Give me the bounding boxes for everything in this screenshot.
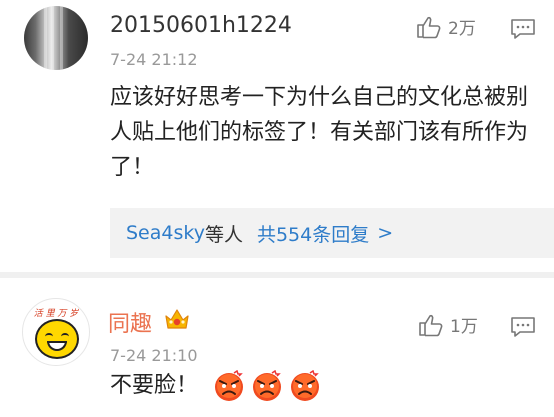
timestamp: 7-24 21:10 xyxy=(110,346,198,365)
thumbs-up-icon xyxy=(417,16,441,38)
comment-item: 20150601h1224 7-24 21:12 2万 应该好好思考一下为什么自… xyxy=(0,0,554,272)
username[interactable]: 同趣 xyxy=(108,306,152,338)
reply-user-link[interactable]: Sea4sky xyxy=(126,222,205,244)
angry-face-icon xyxy=(253,369,282,401)
like-button[interactable]: 2万 xyxy=(416,14,476,39)
angry-face-icon xyxy=(215,369,244,401)
comment-text: 应该好好思考一下为什么自己的文化总被别人贴上他们的标签了！有关部门该有所作为了！ xyxy=(110,85,529,180)
vip-crown-badge-icon xyxy=(165,309,189,329)
avatar[interactable]: 活 里 万 岁 xyxy=(22,298,90,366)
like-button[interactable]: 1万 xyxy=(418,312,478,337)
comment-text-row: 不要脸！ xyxy=(110,368,530,403)
comment-bubble-icon[interactable] xyxy=(510,18,536,40)
comment-item: 活 里 万 岁 同趣 7-24 21:10 1万 不要脸！ xyxy=(0,276,554,417)
comment-bubble-icon[interactable] xyxy=(510,316,536,338)
username[interactable]: 20150601h1224 xyxy=(110,13,292,38)
avatar[interactable] xyxy=(24,6,88,70)
replies-summary[interactable]: Sea4sky 等人 共554条回复 > xyxy=(110,208,554,258)
timestamp: 7-24 21:12 xyxy=(110,50,198,69)
reply-count-link[interactable]: 共554条回复 xyxy=(257,220,369,247)
like-count: 2万 xyxy=(448,19,476,39)
like-count: 1万 xyxy=(450,317,478,337)
angry-face-icon xyxy=(291,369,320,401)
comment-text: 不要脸！ xyxy=(110,373,199,398)
thumbs-up-icon xyxy=(419,314,443,336)
reply-others-label: 等人 xyxy=(204,223,243,246)
chevron-right-icon: > xyxy=(377,222,394,244)
avatar-caption: 活 里 万 岁 xyxy=(33,309,79,319)
